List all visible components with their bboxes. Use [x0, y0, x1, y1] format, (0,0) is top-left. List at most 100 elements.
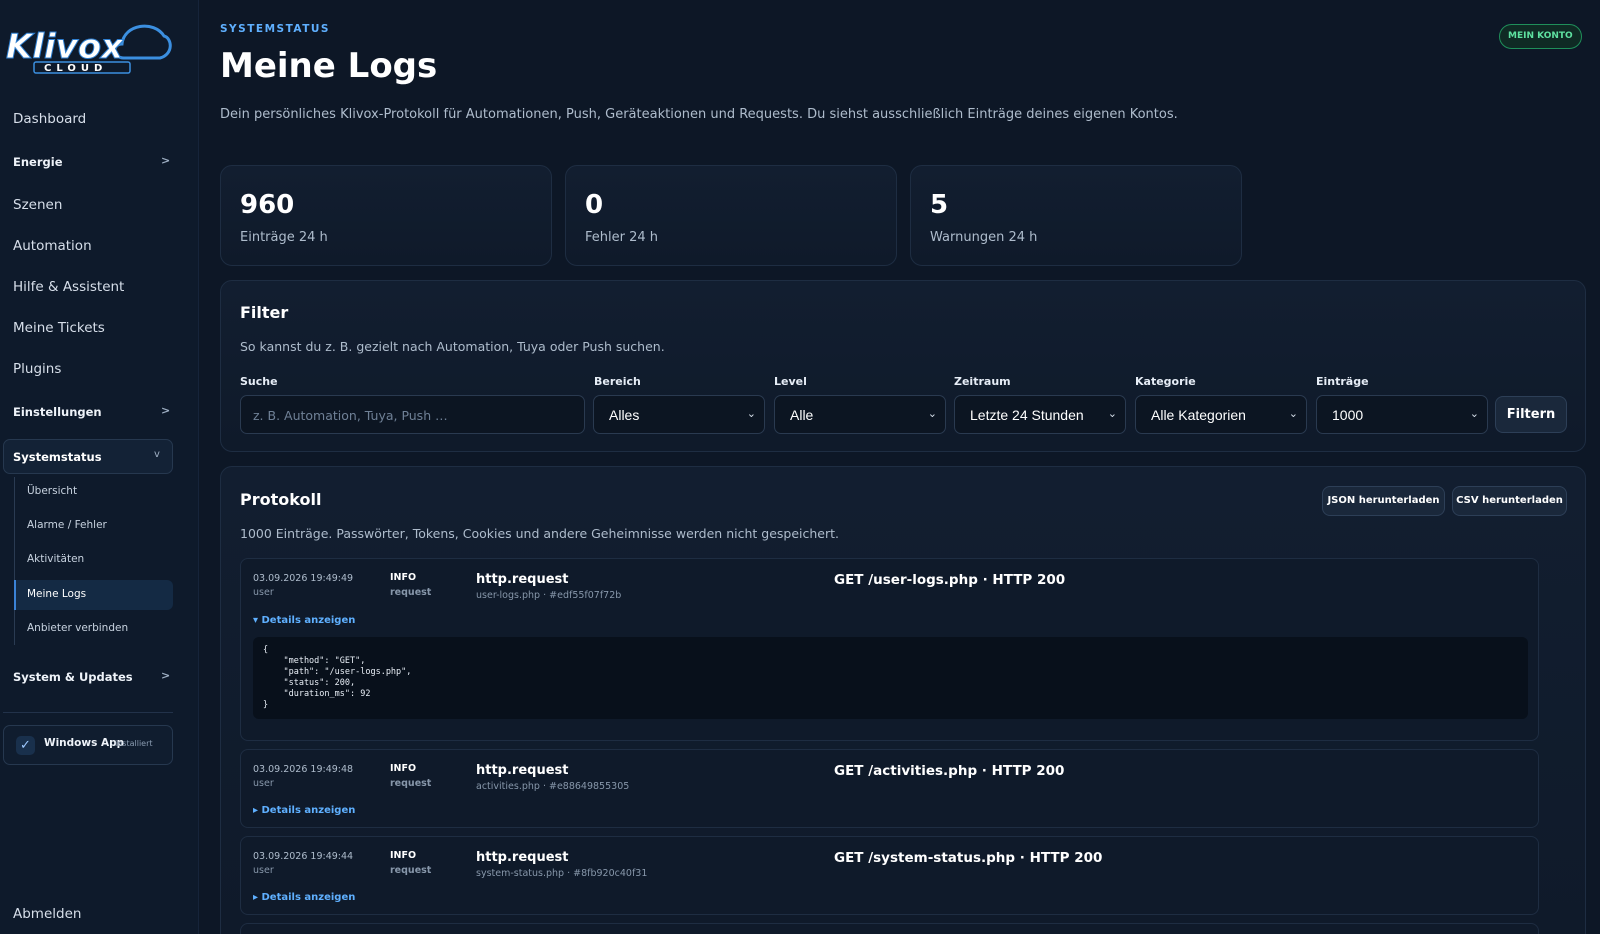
sidebar-item-plugins[interactable]: Plugins — [13, 361, 61, 377]
sidebar-item-hilfe[interactable]: Hilfe & Assistent — [13, 279, 124, 295]
sidebar-item-label: Energie — [13, 155, 63, 169]
kategorie-select[interactable]: Alle Kategorien ⌄ — [1135, 395, 1307, 434]
chevron-down-icon: ⌄ — [1469, 407, 1479, 420]
log-message: GET /user-logs.php · HTTP 200 — [834, 572, 1066, 588]
zeitraum-label: Zeitraum — [954, 375, 1011, 388]
chevron-right-icon: > — [161, 669, 171, 682]
details-toggle[interactable]: ▸ Details anzeigen — [253, 805, 355, 816]
chevron-down-icon: ⌄ — [1288, 407, 1298, 420]
sidebar-subitem-alarme[interactable]: Alarme / Fehler — [27, 519, 107, 531]
windows-app-status: installiert — [115, 739, 153, 748]
log-message: GET /system-status.php · HTTP 200 — [834, 850, 1103, 866]
sidebar-item-label: Einstellungen — [13, 405, 102, 419]
windows-app-badge[interactable]: ✓ Windows App installiert — [3, 725, 173, 765]
sidebar-item-system-updates[interactable]: System & Updates > — [13, 669, 170, 684]
bereich-value: Alles — [609, 407, 640, 423]
log-kind: request — [390, 778, 432, 789]
log-kind: request — [390, 865, 432, 876]
sidebar-item-tickets[interactable]: Meine Tickets — [13, 320, 105, 336]
stat-label: Warnungen 24 h — [930, 230, 1038, 245]
bereich-select[interactable]: Alles ⌄ — [593, 395, 765, 434]
page-title: Meine Logs — [220, 46, 438, 86]
stat-value: 5 — [930, 190, 949, 220]
sidebar-item-automation[interactable]: Automation — [13, 238, 92, 254]
zeitraum-value: Letzte 24 Stunden — [970, 407, 1084, 423]
log-user: user — [253, 865, 274, 876]
sidebar-item-label: Systemstatus — [13, 450, 102, 464]
sidebar-subitem-anbieter[interactable]: Anbieter verbinden — [27, 622, 128, 634]
log-user: user — [253, 778, 274, 789]
stat-card-entries: 960 Einträge 24 h — [220, 165, 552, 266]
level-value: Alle — [790, 407, 814, 423]
search-label: Suche — [240, 375, 278, 388]
page-description: Dein persönliches Klivox-Protokoll für A… — [220, 107, 1178, 122]
submenu-guide — [14, 477, 15, 645]
log-entry: 03.09.2026 19:49:49 user INFO request ht… — [240, 558, 1539, 741]
sidebar-item-label: Dashboard — [13, 111, 87, 127]
sidebar-item-systemstatus[interactable]: Systemstatus v — [3, 439, 173, 474]
log-details-json: { "method": "GET", "path": "/user-logs.p… — [253, 637, 1528, 719]
page-eyebrow: SYSTEMSTATUS — [220, 23, 330, 35]
log-user: user — [253, 587, 274, 598]
chevron-down-icon: v — [154, 449, 160, 460]
check-icon: ✓ — [16, 736, 35, 755]
log-entry — [240, 923, 1539, 934]
log-source: activities.php · #e88649855305 — [476, 781, 630, 792]
details-toggle[interactable]: ▸ Details anzeigen — [253, 892, 355, 903]
log-event: http.request — [476, 572, 569, 587]
sidebar-item-label: Automation — [13, 238, 92, 254]
account-button[interactable]: MEIN KONTO — [1499, 24, 1582, 49]
stat-card-warnings: 5 Warnungen 24 h — [910, 165, 1242, 266]
sidebar-item-einstellungen[interactable]: Einstellungen > — [13, 404, 170, 419]
sidebar-item-label: Meine Tickets — [13, 320, 105, 336]
sidebar-item-energie[interactable]: Energie > — [13, 154, 170, 169]
log-timestamp: 03.09.2026 19:49:44 — [253, 851, 354, 862]
log-entry: 03.09.2026 19:49:44 user INFO request ht… — [240, 836, 1539, 915]
kategorie-value: Alle Kategorien — [1151, 407, 1246, 423]
sidebar-subitem-aktivitaeten[interactable]: Aktivitäten — [27, 553, 84, 565]
filter-title: Filter — [240, 303, 289, 322]
log-level: INFO — [390, 850, 417, 861]
csv-download-button[interactable]: CSV herunterladen — [1452, 486, 1567, 516]
eintraege-select[interactable]: 1000 ⌄ — [1316, 395, 1488, 434]
log-event: http.request — [476, 850, 569, 865]
chevron-right-icon: > — [161, 404, 171, 417]
log-message: GET /activities.php · HTTP 200 — [834, 763, 1065, 779]
bereich-label: Bereich — [594, 375, 641, 388]
eintraege-label: Einträge — [1316, 375, 1369, 388]
search-input[interactable]: z. B. Automation, Tuya, Push … — [240, 395, 585, 434]
chevron-right-icon: > — [161, 154, 171, 167]
log-level: INFO — [390, 763, 417, 774]
level-label: Level — [774, 375, 807, 388]
sidebar-subitem-uebersicht[interactable]: Übersicht — [27, 485, 77, 497]
brand-sub: CLOUD — [44, 63, 107, 74]
stat-value: 0 — [585, 190, 604, 220]
sidebar: Klivox CLOUD Dashboard Energie > Szenen A… — [0, 0, 199, 934]
log-source: user-logs.php · #edf55f07f72b — [476, 590, 622, 601]
stat-value: 960 — [240, 190, 295, 220]
filter-hint: So kannst du z. B. gezielt nach Automati… — [240, 339, 665, 354]
brand-logo[interactable]: Klivox CLOUD — [4, 14, 174, 78]
log-entry: 03.09.2026 19:49:48 user INFO request ht… — [240, 749, 1539, 828]
level-select[interactable]: Alle ⌄ — [774, 395, 946, 434]
details-toggle[interactable]: ▾ Details anzeigen — [253, 615, 355, 626]
chevron-down-icon: ⌄ — [1107, 407, 1117, 420]
filter-submit-button[interactable]: Filtern — [1495, 396, 1567, 433]
sidebar-item-szenen[interactable]: Szenen — [13, 197, 62, 213]
windows-app-title: Windows App — [44, 737, 125, 749]
log-event: http.request — [476, 763, 569, 778]
logout-link[interactable]: Abmelden — [13, 906, 81, 922]
log-source: system-status.php · #8fb920c40f31 — [476, 868, 648, 879]
stat-card-errors: 0 Fehler 24 h — [565, 165, 897, 266]
chevron-down-icon: ⌄ — [746, 407, 756, 420]
sidebar-item-label: System & Updates — [13, 670, 133, 684]
json-download-button[interactable]: JSON herunterladen — [1322, 486, 1445, 516]
search-placeholder: z. B. Automation, Tuya, Push … — [253, 408, 448, 423]
zeitraum-select[interactable]: Letzte 24 Stunden ⌄ — [954, 395, 1126, 434]
protokoll-hint: 1000 Einträge. Passwörter, Tokens, Cooki… — [240, 526, 839, 541]
sidebar-subitem-meine-logs[interactable]: Meine Logs — [27, 588, 86, 600]
brand-name: Klivox — [6, 27, 124, 67]
stat-label: Einträge 24 h — [240, 230, 328, 245]
sidebar-item-dashboard[interactable]: Dashboard — [13, 111, 86, 127]
log-timestamp: 03.09.2026 19:49:49 — [253, 573, 354, 584]
